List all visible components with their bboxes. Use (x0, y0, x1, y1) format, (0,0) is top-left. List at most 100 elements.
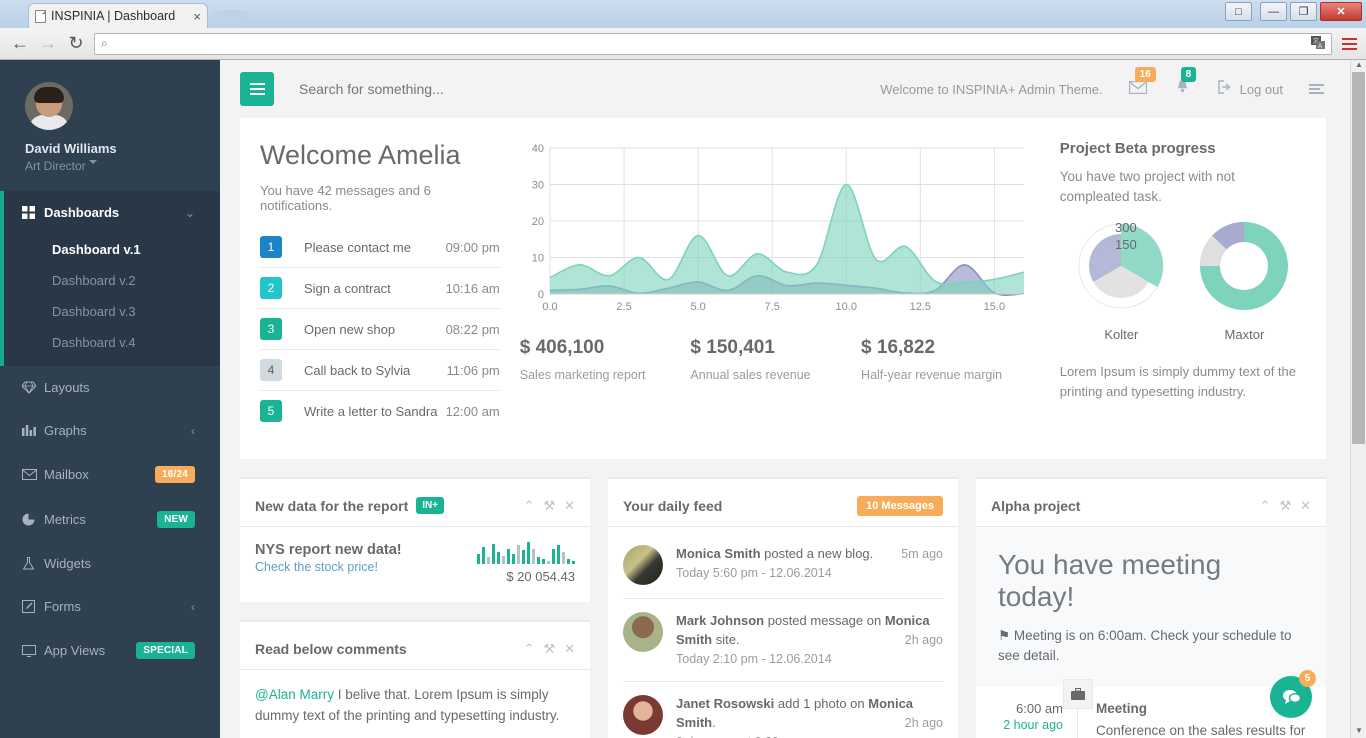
page-scrollbar[interactable]: ▲ ▼ (1350, 60, 1366, 738)
task-row[interactable]: 3 Open new shop 08:22 pm (260, 309, 500, 350)
task-number: 2 (260, 277, 282, 299)
address-bar[interactable]: ⌕ 文A (94, 33, 1332, 55)
widget-tools: ⌃ ⚒ ✕ (1260, 498, 1311, 514)
close-icon[interactable]: ✕ (564, 498, 575, 514)
sidebar-item-dashboard-v1[interactable]: Dashboard v.1 (0, 234, 220, 265)
minimize-button[interactable]: — (1260, 2, 1287, 21)
feed-action: posted a new blog. (761, 546, 874, 561)
timeline-time-col: 6:00 am 2 hour ago (988, 701, 1078, 738)
chevron-left-icon: ‹ (191, 424, 195, 438)
flask-icon (22, 557, 44, 570)
stat-value: $ 16,822 (861, 337, 1032, 359)
collapse-icon[interactable]: ⌃ (524, 641, 535, 657)
task-row[interactable]: 1 Please contact me 09:00 pm (260, 227, 500, 268)
sidebar-item-graphs[interactable]: Graphs ‹ (0, 409, 220, 452)
task-row[interactable]: 5 Write a letter to Sandra 12:00 am (260, 391, 500, 431)
meeting-jumbotron: You have meeting today! ⚑ Meeting is on … (976, 527, 1326, 687)
chrome-menu-icon[interactable] (1338, 35, 1360, 53)
task-row[interactable]: 2 Sign a contract 10:16 am (260, 268, 500, 309)
widget-daily-feed: Your daily feed 10 Messages Monica Smith… (608, 477, 958, 738)
sidebar-group-dashboards: Dashboards ⌄ Dashboard v.1 Dashboard v.2… (0, 191, 220, 366)
logout-label: Log out (1240, 82, 1283, 97)
user-profile-button[interactable]: □ (1225, 2, 1252, 21)
logout-button[interactable]: Log out (1218, 80, 1283, 98)
widget-title: Your daily feed (623, 498, 722, 514)
sidebar-item-app-views[interactable]: App Views SPECIAL (0, 628, 220, 673)
chart-column: 0102030400.02.55.07.510.012.515.0 $ 406,… (510, 140, 1042, 431)
browser-titlebar: INSPINIA | Dashboard × □ — ❐ ✕ (0, 0, 1366, 28)
welcome-message: Welcome to INSPINIA+ Admin Theme. (880, 82, 1102, 97)
close-icon[interactable]: ✕ (1300, 498, 1311, 514)
sidebar-item-metrics[interactable]: Metrics NEW (0, 497, 220, 542)
notifications-button[interactable]: 8 (1175, 79, 1190, 99)
feed-item[interactable]: Janet Rosowski add 1 photo on Monica Smi… (623, 682, 943, 738)
search-input[interactable] (299, 81, 599, 97)
scroll-down-arrow[interactable]: ▼ (1351, 726, 1366, 738)
messages-button[interactable]: 16 (1129, 79, 1147, 99)
stat-value: $ 406,100 (520, 337, 691, 359)
collapse-icon[interactable]: ⌃ (524, 498, 535, 514)
monitor-icon (22, 645, 44, 657)
feed-actor[interactable]: Monica Smith (676, 546, 761, 561)
browser-tab[interactable]: INSPINIA | Dashboard × (28, 3, 208, 28)
scroll-up-arrow[interactable]: ▲ (1351, 60, 1366, 72)
wrench-icon[interactable]: ⚒ (1279, 498, 1291, 514)
sidebar-item-dashboard-v3[interactable]: Dashboard v.3 (0, 296, 220, 327)
messages-badge: 10 Messages (857, 496, 943, 516)
svg-text:A: A (1318, 44, 1322, 50)
sidebar-item-dashboard-v4[interactable]: Dashboard v.4 (0, 327, 220, 358)
sparkline-bar (507, 549, 510, 564)
sidebar-toggle-button[interactable] (240, 72, 274, 106)
bar-chart-icon (22, 424, 44, 437)
widget-header: Read below comments ⌃ ⚒ ✕ (240, 622, 590, 670)
sidebar-item-widgets[interactable]: Widgets (0, 542, 220, 585)
widget-content: Monica Smith posted a new blog. 5m ago T… (608, 527, 958, 738)
feed-actor[interactable]: Janet Rosowski (676, 696, 774, 711)
close-tab-icon[interactable]: × (193, 9, 201, 24)
sidebar-item-dashboards[interactable]: Dashboards ⌄ (0, 191, 220, 234)
sidebar-profile[interactable]: David Williams Art Director (0, 60, 220, 191)
collapse-icon[interactable]: ⌃ (1260, 498, 1271, 514)
sidebar-item-dashboard-v2[interactable]: Dashboard v.2 (0, 265, 220, 296)
new-tab-button[interactable] (209, 10, 251, 28)
reload-icon[interactable]: ↻ (62, 33, 90, 54)
close-icon[interactable]: ✕ (564, 641, 575, 657)
sidebar-item-mailbox[interactable]: Mailbox 16/24 (0, 452, 220, 497)
feed-actor[interactable]: Mark Johnson (676, 613, 764, 628)
forward-icon[interactable]: → (34, 33, 62, 54)
task-row[interactable]: 4 Call back to Sylvia 11:06 pm (260, 350, 500, 391)
task-list: 1 Please contact me 09:00 pm 2 Sign a co… (260, 227, 500, 431)
sidebar-item-layouts[interactable]: Layouts (0, 366, 220, 409)
profile-role[interactable]: Art Director (25, 159, 195, 173)
sidebar: David Williams Art Director Dashboards ⌄… (0, 60, 220, 738)
chat-button[interactable]: 5 (1270, 676, 1312, 718)
wrench-icon[interactable]: ⚒ (543, 641, 555, 657)
avatar (25, 82, 73, 130)
close-window-button[interactable]: ✕ (1320, 2, 1362, 21)
wrench-icon[interactable]: ⚒ (543, 498, 555, 514)
meeting-detail-text: Meeting is on 6:00am. Check your schedul… (998, 628, 1292, 663)
project-beta-subtitle: You have two project with not compleated… (1060, 167, 1306, 208)
sparkline-bar (497, 552, 500, 564)
stock-price-link[interactable]: Check the stock price! (255, 560, 402, 574)
maximize-button[interactable]: ❐ (1290, 2, 1317, 21)
stat-label: Sales marketing report (520, 368, 691, 382)
back-icon[interactable]: ← (6, 33, 34, 54)
sparkline-bar (477, 554, 480, 564)
right-sidebar-toggle-icon[interactable] (1309, 82, 1324, 96)
scrollbar-thumb[interactable] (1352, 72, 1365, 444)
widget-tools: ⌃ ⚒ ✕ (524, 498, 575, 514)
chart-caption: Kolter (1069, 327, 1174, 342)
translate-icon[interactable]: 文A (1311, 36, 1326, 53)
sidebar-item-label: Forms (44, 599, 191, 614)
sidebar-item-forms[interactable]: Forms ‹ (0, 585, 220, 628)
feed-item[interactable]: Monica Smith posted a new blog. 5m ago T… (623, 542, 943, 599)
sparkline-bar (532, 549, 535, 564)
pie-chart-icon (22, 513, 44, 526)
feed-date: Today 5:60 pm - 12.06.2014 (676, 564, 943, 582)
widgets-row: New data for the report IN+ ⌃ ⚒ ✕ NYS re… (220, 459, 1346, 738)
polar-axis-label-300: 300 (1115, 220, 1137, 235)
chart-caption: Maxtor (1192, 327, 1297, 342)
feed-item[interactable]: Mark Johnson posted message on Monica Sm… (623, 599, 943, 682)
comment-mention[interactable]: @Alan Marry (255, 687, 334, 702)
